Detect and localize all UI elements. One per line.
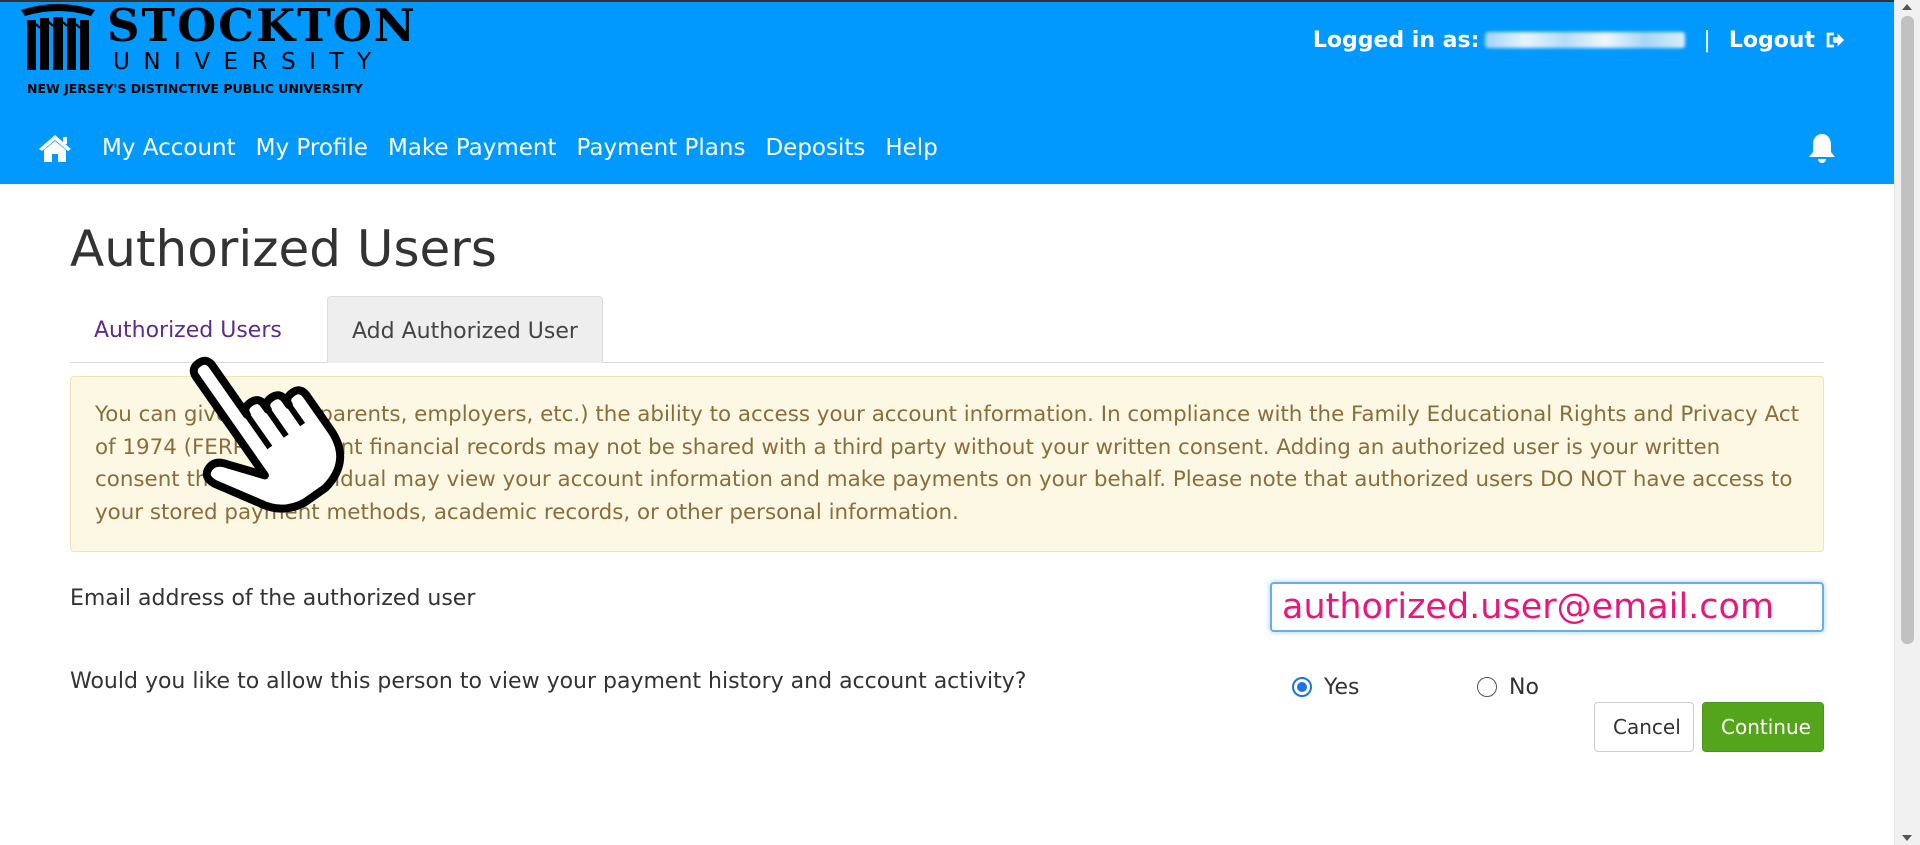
radio-yes[interactable] xyxy=(1292,677,1312,697)
header-separator: | xyxy=(1703,27,1711,53)
home-icon[interactable] xyxy=(38,133,72,163)
notification-bell-icon[interactable] xyxy=(1807,132,1837,164)
main-nav: My Account My Profile Make Payment Payme… xyxy=(38,128,938,168)
scroll-up-arrow-icon[interactable] xyxy=(1902,4,1912,10)
page-title: Authorized Users xyxy=(70,220,497,278)
radio-no-option[interactable]: No xyxy=(1477,672,1539,702)
radio-no[interactable] xyxy=(1477,677,1497,697)
logo-name: STOCKTON xyxy=(107,0,417,52)
user-area: Logged in as: | Logout xyxy=(1313,24,1845,56)
logout-link[interactable]: Logout xyxy=(1729,28,1815,53)
radio-yes-option[interactable]: Yes xyxy=(1292,672,1360,702)
view-history-question: Would you like to allow this person to v… xyxy=(70,669,1027,694)
logo-subname: UNIVERSITY xyxy=(113,49,385,75)
tab-authorized-users[interactable]: Authorized Users xyxy=(70,296,306,362)
nav-payment-plans[interactable]: Payment Plans xyxy=(577,135,746,161)
email-input[interactable] xyxy=(1270,582,1824,632)
nav-my-profile[interactable]: My Profile xyxy=(256,135,368,161)
logged-in-label: Logged in as: xyxy=(1312,27,1480,53)
nav-help[interactable]: Help xyxy=(885,135,937,161)
nav-make-payment[interactable]: Make Payment xyxy=(388,135,557,161)
logo-tagline: NEW JERSEY'S DISTINCTIVE PUBLIC UNIVERSI… xyxy=(27,81,363,96)
email-label: Email address of the authorized user xyxy=(70,586,476,611)
university-logo[interactable]: STOCKTON UNIVERSITY NEW JERSEY'S DISTINC… xyxy=(17,2,415,96)
tab-bar: Authorized Users Add Authorized User xyxy=(70,296,1824,363)
cancel-button[interactable]: Cancel xyxy=(1594,702,1694,752)
vertical-scrollbar[interactable] xyxy=(1894,0,1920,845)
continue-button[interactable]: Continue xyxy=(1702,702,1824,752)
scrollbar-thumb[interactable] xyxy=(1901,16,1914,644)
radio-yes-label: Yes xyxy=(1324,674,1360,700)
scroll-down-arrow-icon[interactable] xyxy=(1902,835,1912,841)
nav-deposits[interactable]: Deposits xyxy=(765,135,865,161)
page: STOCKTON UNIVERSITY NEW JERSEY'S DISTINC… xyxy=(0,0,1920,845)
nav-my-account[interactable]: My Account xyxy=(102,135,236,161)
radio-no-label: No xyxy=(1509,674,1539,700)
ferpa-notice: You can give others (parents, employers,… xyxy=(70,376,1824,552)
logo-mark-icon xyxy=(21,4,95,70)
redacted-username xyxy=(1485,32,1686,48)
header-bar: STOCKTON UNIVERSITY NEW JERSEY'S DISTINC… xyxy=(0,0,1895,184)
tab-add-authorized-user[interactable]: Add Authorized User xyxy=(327,296,603,363)
logout-icon[interactable] xyxy=(1823,29,1845,51)
